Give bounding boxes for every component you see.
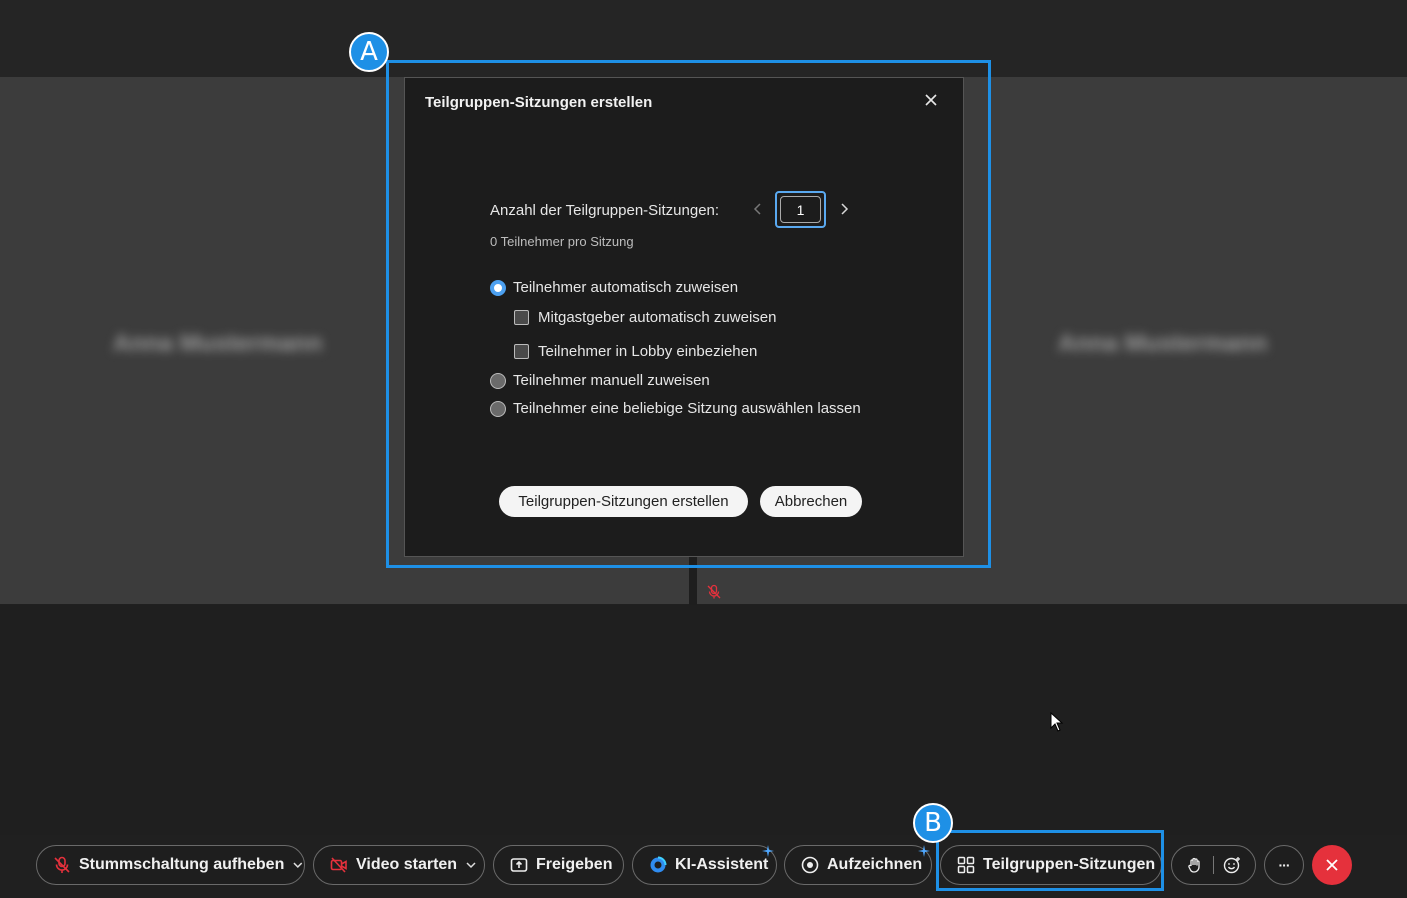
annotation-highlight-b — [936, 830, 1164, 891]
sparkle-icon — [762, 845, 774, 857]
record-button[interactable]: Aufzeichnen — [784, 845, 932, 885]
more-options-label: ··· — [1278, 857, 1291, 873]
record-label: Aufzeichnen — [827, 856, 923, 873]
raise-hand-icon[interactable] — [1186, 856, 1204, 874]
muted-mic-icon — [53, 856, 71, 874]
video-off-icon — [330, 856, 348, 874]
annotation-highlight-a — [386, 60, 991, 568]
unmute-label: Stummschaltung aufheben — [79, 856, 285, 873]
share-icon — [510, 856, 528, 874]
share-label: Freigeben — [536, 856, 613, 873]
empty-stage-area — [0, 605, 1407, 835]
participant-name-right: Anna Mustermann — [1058, 330, 1268, 357]
ai-assistant-icon — [649, 856, 667, 874]
start-video-button[interactable]: Video starten — [313, 845, 485, 885]
leave-meeting-button[interactable] — [1312, 845, 1352, 885]
share-button[interactable]: Freigeben — [493, 845, 624, 885]
reactions-divider — [1213, 856, 1214, 874]
chevron-down-icon[interactable] — [292, 859, 304, 871]
close-icon — [1326, 859, 1338, 871]
unmute-button[interactable]: Stummschaltung aufheben — [36, 845, 305, 885]
record-icon — [801, 856, 819, 874]
annotation-badge-a: A — [349, 32, 389, 72]
chevron-down-icon[interactable] — [465, 859, 477, 871]
reactions-button[interactable] — [1171, 845, 1256, 885]
participant-name-left: Anna Mustermann — [113, 330, 323, 357]
emoji-icon[interactable] — [1223, 856, 1241, 874]
mouse-cursor-icon — [1050, 712, 1064, 732]
muted-mic-icon — [707, 584, 721, 599]
ai-assistant-label: KI-Assistent — [675, 856, 769, 873]
ai-assistant-button[interactable]: KI-Assistent — [632, 845, 777, 885]
start-video-label: Video starten — [356, 856, 458, 873]
more-options-button[interactable]: ··· — [1264, 845, 1304, 885]
annotation-badge-b: B — [913, 803, 953, 843]
sparkle-icon — [918, 845, 930, 857]
